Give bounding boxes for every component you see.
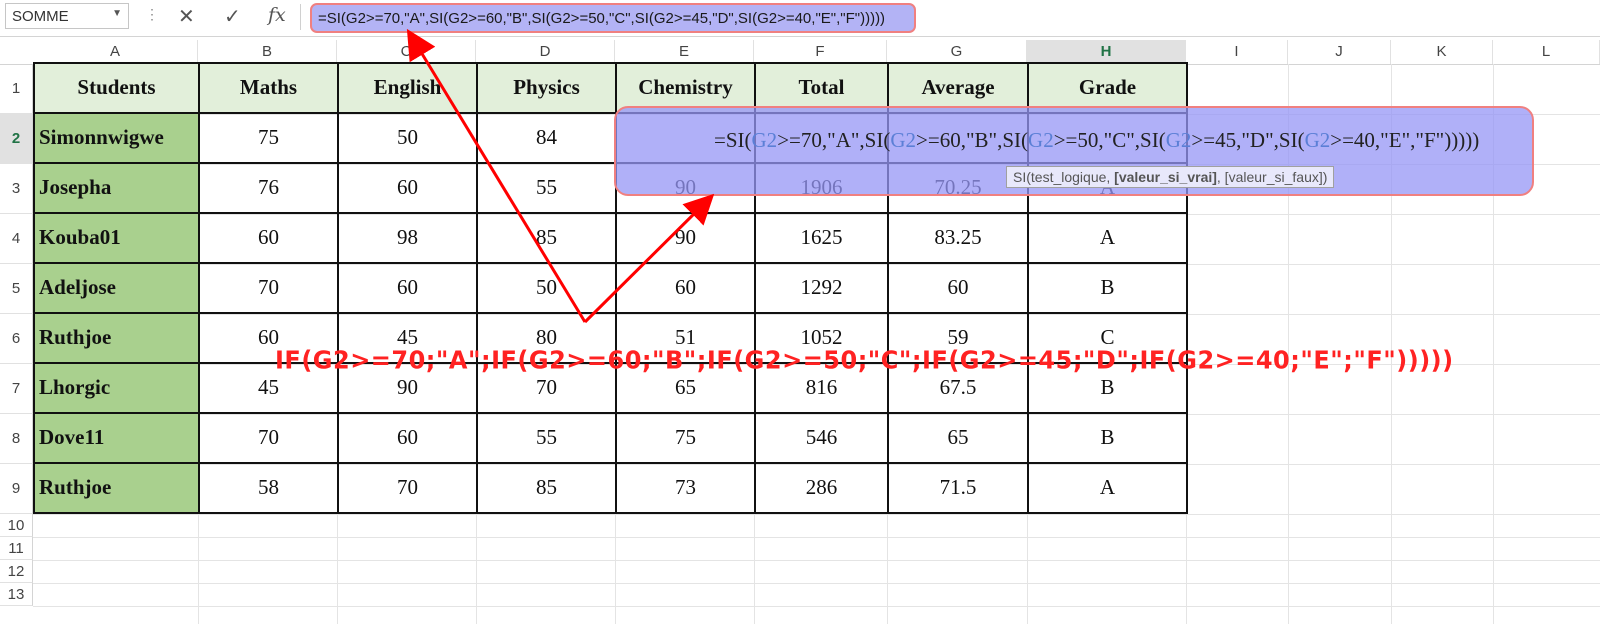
column-header-a[interactable]: A bbox=[33, 40, 198, 64]
table-cell[interactable]: 60 bbox=[887, 262, 1029, 314]
english-formula-annotation: IF(G2>=70;"A";IF(G2>=60;"B";IF(G2>=50;"C… bbox=[275, 345, 1454, 375]
table-cell[interactable]: 55 bbox=[476, 162, 617, 214]
header-cell[interactable]: English bbox=[337, 62, 478, 114]
table-cell[interactable]: 60 bbox=[615, 262, 756, 314]
table-cell[interactable]: 98 bbox=[337, 212, 478, 264]
column-header-h[interactable]: H bbox=[1027, 40, 1186, 64]
check-icon[interactable]: ✓ bbox=[224, 4, 241, 29]
grid-line bbox=[33, 583, 1600, 584]
name-box[interactable]: SOMME ▼ bbox=[5, 3, 129, 29]
table-cell[interactable]: 75 bbox=[198, 112, 339, 164]
table-cell[interactable]: 58 bbox=[198, 462, 339, 514]
student-name-cell[interactable]: Ruthjoe bbox=[33, 462, 200, 514]
name-box-value: SOMME bbox=[12, 8, 69, 25]
column-header-l[interactable]: L bbox=[1493, 40, 1600, 64]
table-cell[interactable]: 50 bbox=[476, 262, 617, 314]
table-cell[interactable]: 84 bbox=[476, 112, 617, 164]
table-cell[interactable]: 75 bbox=[615, 412, 756, 464]
table-cell[interactable]: 546 bbox=[754, 412, 889, 464]
row-header-3[interactable]: 3 bbox=[0, 164, 33, 214]
row-header-7[interactable]: 7 bbox=[0, 364, 33, 414]
table-cell[interactable]: 70 bbox=[198, 262, 339, 314]
table-cell[interactable]: 286 bbox=[754, 462, 889, 514]
grid-line bbox=[33, 537, 1600, 538]
tooltip-function[interactable]: SI(test_logique, bbox=[1013, 169, 1114, 185]
column-header-g[interactable]: G bbox=[887, 40, 1027, 64]
header-cell[interactable]: Physics bbox=[476, 62, 617, 114]
row-header-10[interactable]: 10 bbox=[0, 514, 33, 537]
formula-input[interactable]: =SI(G2>=70,"A",SI(G2>=60,"B",SI(G2>=50,"… bbox=[310, 3, 916, 33]
row-header-6[interactable]: 6 bbox=[0, 314, 33, 364]
student-name-cell[interactable]: Adeljose bbox=[33, 262, 200, 314]
table-cell[interactable]: 1292 bbox=[754, 262, 889, 314]
table-cell[interactable]: 76 bbox=[198, 162, 339, 214]
column-header-i[interactable]: I bbox=[1186, 40, 1288, 64]
table-cell[interactable]: 85 bbox=[476, 462, 617, 514]
formula-bar: SOMME ▼ ⋮ ✕ ✓ fx =SI(G2>=70,"A",SI(G2>=6… bbox=[0, 0, 1600, 37]
table-cell[interactable]: 60 bbox=[198, 212, 339, 264]
student-name-cell[interactable]: Dove11 bbox=[33, 412, 200, 464]
row-header-8[interactable]: 8 bbox=[0, 414, 33, 464]
row-header-11[interactable]: 11 bbox=[0, 537, 33, 560]
table-cell[interactable]: 70 bbox=[198, 412, 339, 464]
row-header-12[interactable]: 12 bbox=[0, 560, 33, 583]
row-header-4[interactable]: 4 bbox=[0, 214, 33, 264]
table-cell[interactable]: 60 bbox=[337, 412, 478, 464]
table-cell[interactable]: 70 bbox=[337, 462, 478, 514]
table-cell[interactable]: 83.25 bbox=[887, 212, 1029, 264]
column-header-j[interactable]: J bbox=[1288, 40, 1391, 64]
table-cell[interactable]: 60 bbox=[337, 162, 478, 214]
table-cell[interactable]: 50 bbox=[337, 112, 478, 164]
column-header-k[interactable]: K bbox=[1391, 40, 1493, 64]
row-header-9[interactable]: 9 bbox=[0, 464, 33, 514]
row-header-1[interactable]: 1 bbox=[0, 64, 33, 114]
column-header-c[interactable]: C bbox=[337, 40, 476, 64]
grid-line bbox=[33, 606, 1600, 607]
table-cell[interactable]: 90 bbox=[615, 212, 756, 264]
row-header-5[interactable]: 5 bbox=[0, 264, 33, 314]
header-cell[interactable]: Maths bbox=[198, 62, 339, 114]
table-cell[interactable]: 55 bbox=[476, 412, 617, 464]
close-icon[interactable]: ✕ bbox=[178, 4, 195, 29]
column-header-e[interactable]: E bbox=[615, 40, 754, 64]
table-cell[interactable]: 65 bbox=[887, 412, 1029, 464]
table-cell[interactable]: 73 bbox=[615, 462, 756, 514]
function-tooltip: SI(test_logique, [valeur_si_vrai], [vale… bbox=[1006, 166, 1335, 188]
column-header-b[interactable]: B bbox=[198, 40, 337, 64]
row-header-13[interactable]: 13 bbox=[0, 583, 33, 606]
tooltip-current-arg[interactable]: [valeur_si_vrai] bbox=[1114, 169, 1217, 185]
more-options-icon[interactable]: ⋮ bbox=[145, 6, 159, 23]
fx-icon[interactable]: fx bbox=[268, 4, 286, 26]
table-cell[interactable]: 1625 bbox=[754, 212, 889, 264]
row-header-2[interactable]: 2 bbox=[0, 114, 33, 164]
table-cell[interactable]: 71.5 bbox=[887, 462, 1029, 514]
grid-line bbox=[33, 514, 1600, 515]
table-cell[interactable]: B bbox=[1027, 412, 1188, 464]
column-header-f[interactable]: F bbox=[754, 40, 887, 64]
header-cell[interactable]: Students bbox=[33, 62, 200, 114]
student-name-cell[interactable]: Lhorgic bbox=[33, 362, 200, 414]
table-cell[interactable]: B bbox=[1027, 262, 1188, 314]
chevron-down-icon[interactable]: ▼ bbox=[112, 8, 122, 19]
cell-editor-formula[interactable]: =SI(G2>=70,"A",SI(G2>=60,"B",SI(G2>=50,"… bbox=[714, 128, 1479, 153]
divider bbox=[300, 4, 301, 30]
table-cell[interactable]: A bbox=[1027, 462, 1188, 514]
table-cell[interactable]: 85 bbox=[476, 212, 617, 264]
table-cell[interactable]: 60 bbox=[337, 262, 478, 314]
grid-line bbox=[33, 560, 1600, 561]
student-name-cell[interactable]: Ruthjoe bbox=[33, 312, 200, 364]
column-header-d[interactable]: D bbox=[476, 40, 615, 64]
table-cell[interactable]: A bbox=[1027, 212, 1188, 264]
student-name-cell[interactable]: Josepha bbox=[33, 162, 200, 214]
student-name-cell[interactable]: Simonnwigwe bbox=[33, 112, 200, 164]
student-name-cell[interactable]: Kouba01 bbox=[33, 212, 200, 264]
tooltip-rest: , [valeur_si_faux]) bbox=[1216, 169, 1328, 185]
